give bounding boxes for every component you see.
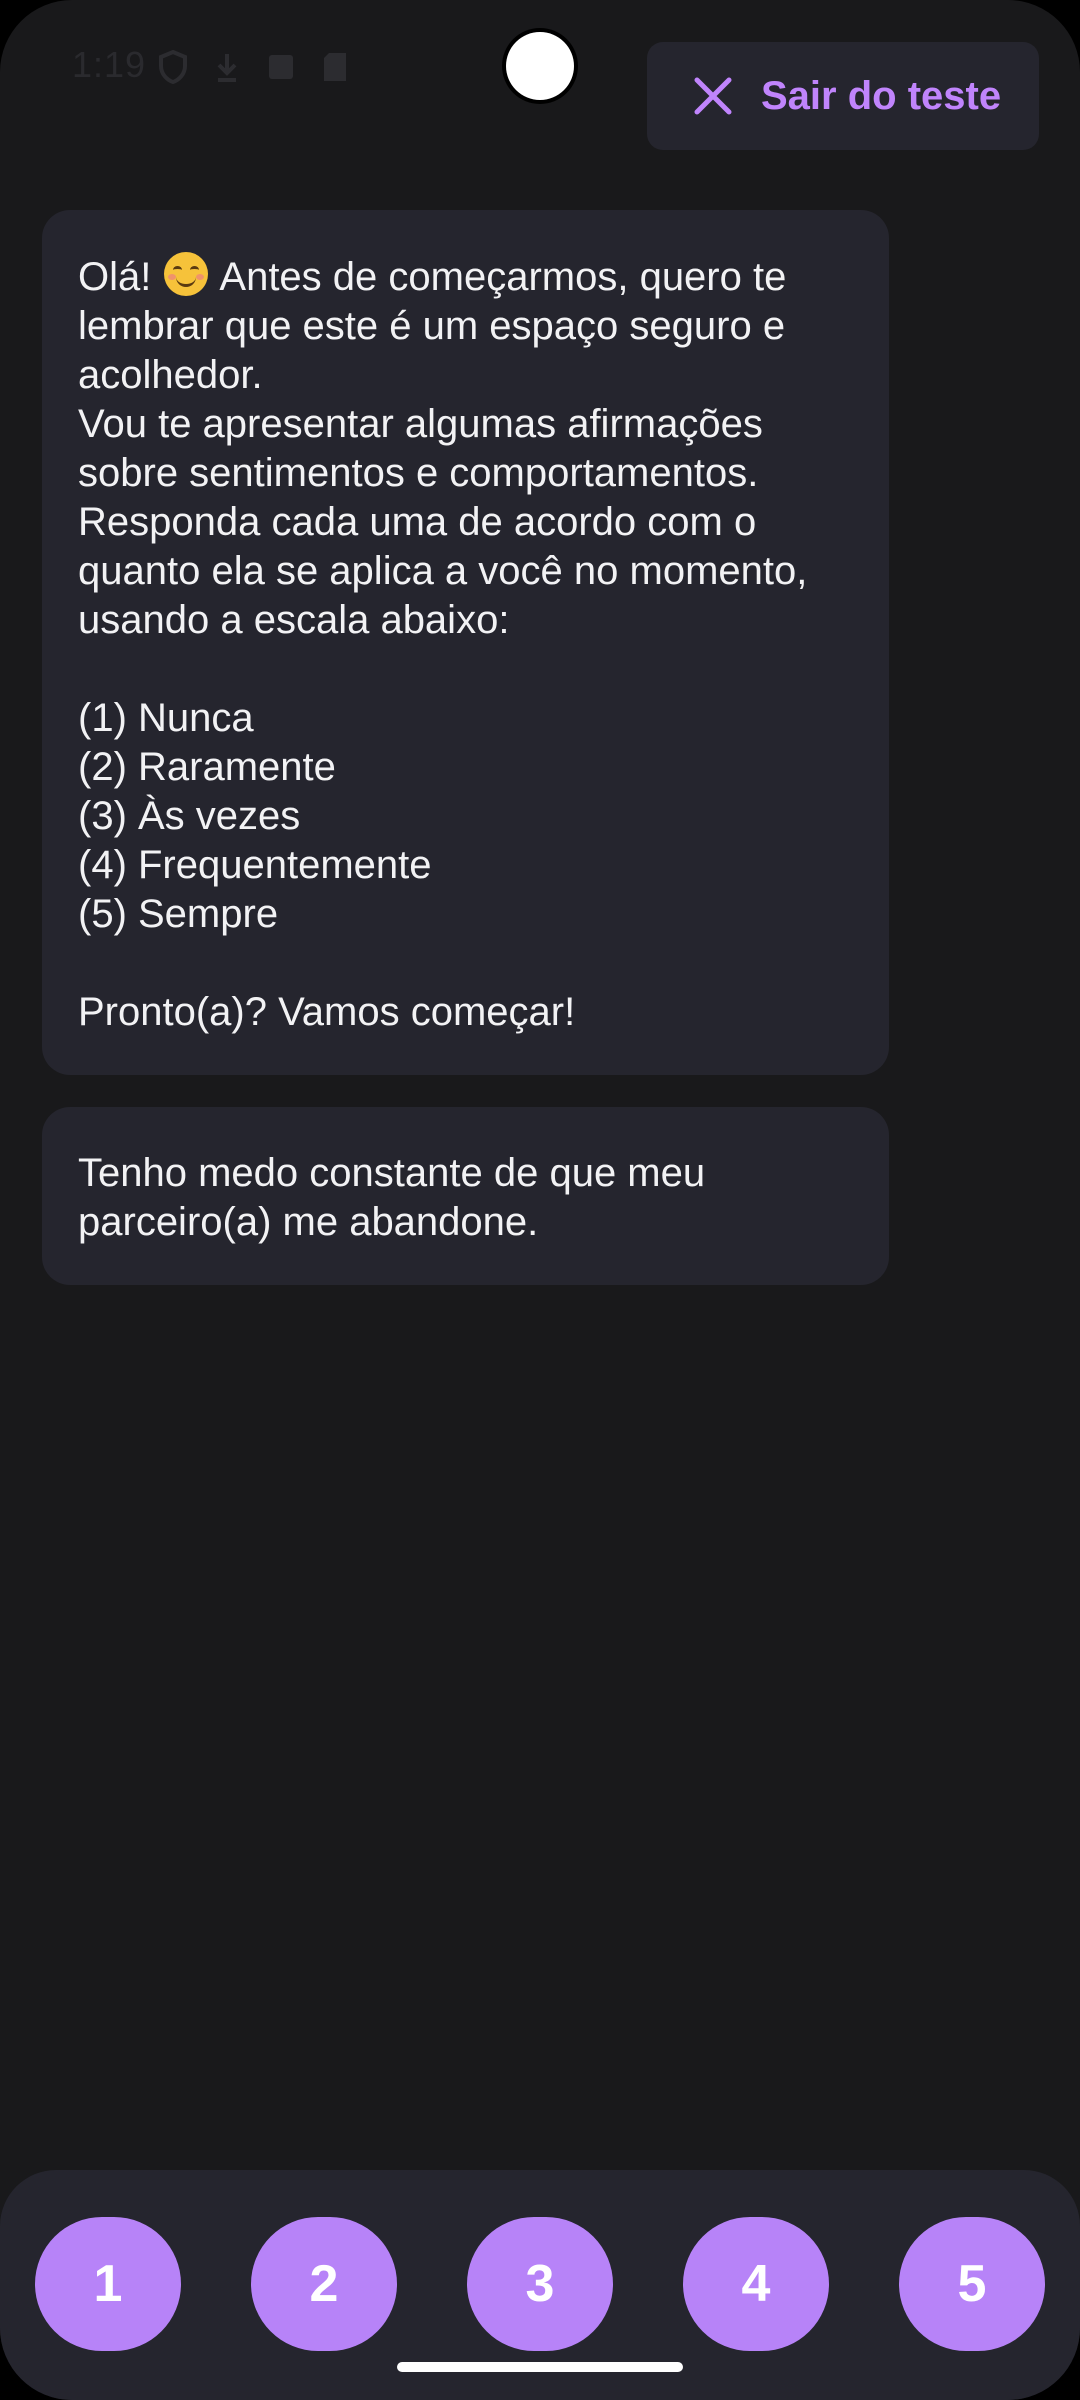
- screen: 1:19 Sair do teste Olá! Antes de começar…: [0, 0, 1080, 2400]
- message-line: quanto ela se aplica a você no momento,: [78, 549, 808, 593]
- answer-button-4[interactable]: 4: [683, 2217, 829, 2351]
- answer-button-5[interactable]: 5: [899, 2217, 1045, 2351]
- message-line: Pronto(a)? Vamos começar!: [78, 990, 576, 1034]
- sd-card-icon: [320, 50, 350, 84]
- smiling-face-emoji-icon: [164, 252, 209, 296]
- message-line: sobre sentimentos e comportamentos.: [78, 451, 759, 495]
- status-time: 1:19: [72, 44, 147, 85]
- scale-option-2: (2) Raramente: [78, 745, 336, 789]
- home-indicator[interactable]: [397, 2362, 683, 2372]
- scale-option-5: (5) Sempre: [78, 892, 279, 936]
- message-bubble-intro: Olá! Antes de começarmos, quero te lembr…: [42, 210, 889, 1075]
- message-line: Olá! Antes de começarmos, quero te: [78, 252, 853, 302]
- question-line: parceiro(a) me abandone.: [78, 1200, 539, 1244]
- message-text: Antes de começarmos, quero te: [210, 255, 787, 299]
- message-line: Vou te apresentar algumas afirmações: [78, 402, 763, 446]
- scale-option-3: (3) Às vezes: [78, 794, 301, 838]
- message-line: [78, 939, 853, 988]
- close-icon: [691, 74, 735, 118]
- message-line: lembrar que este é um espaço seguro e: [78, 304, 786, 348]
- answer-button-1[interactable]: 1: [35, 2217, 181, 2351]
- download-icon: [212, 50, 242, 84]
- exit-test-button[interactable]: Sair do teste: [647, 42, 1039, 150]
- message-text: Olá!: [78, 255, 163, 299]
- status-icons-left: [158, 50, 350, 84]
- camera-cutout: [506, 32, 574, 100]
- question-line: Tenho medo constante de que meu: [78, 1151, 706, 1195]
- message-line: [78, 645, 853, 694]
- exit-test-label: Sair do teste: [761, 73, 1002, 118]
- message-line: acolhedor.: [78, 353, 263, 397]
- shield-icon: [158, 50, 188, 84]
- answer-button-3[interactable]: 3: [467, 2217, 613, 2351]
- answer-button-2[interactable]: 2: [251, 2217, 397, 2351]
- scale-option-1: (1) Nunca: [78, 696, 254, 740]
- message-line: Responda cada uma de acordo com o: [78, 500, 757, 544]
- app-icon: [266, 50, 296, 84]
- message-line: usando a escala abaixo:: [78, 598, 510, 642]
- message-bubble-question: Tenho medo constante de que meu parceiro…: [42, 1107, 889, 1285]
- scale-option-4: (4) Frequentemente: [78, 843, 432, 887]
